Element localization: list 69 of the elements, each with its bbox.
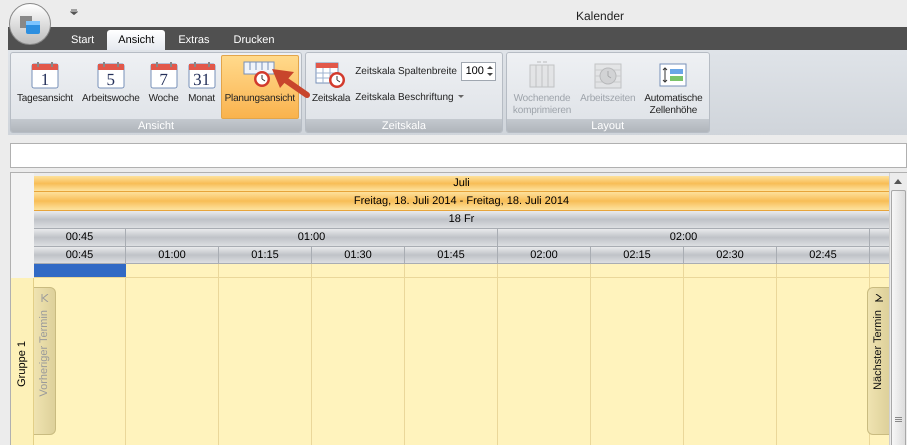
skip-back-icon bbox=[40, 294, 48, 302]
text-field[interactable] bbox=[10, 143, 907, 168]
calendar-icon bbox=[30, 61, 59, 89]
ribbon-button[interactable]: Automatische Zellenhöhe bbox=[640, 55, 706, 119]
ribbon-tab[interactable]: Start bbox=[60, 30, 106, 50]
group-label: Gruppe 1 bbox=[14, 340, 29, 386]
ribbon-button[interactable]: Zeitskala bbox=[308, 55, 354, 119]
ribbon-button[interactable]: 1 Tagesansicht bbox=[13, 55, 77, 119]
dropdown-button[interactable]: Zeitskala Beschriftung bbox=[355, 90, 464, 104]
calendar-day-number: 1 bbox=[40, 70, 50, 90]
calendar-day-number: 5 bbox=[106, 70, 116, 90]
ribbon-button[interactable]: 5 Arbeitswoche bbox=[78, 55, 144, 119]
columns-icon bbox=[527, 60, 557, 90]
hour-header: 01:00 bbox=[126, 229, 498, 247]
calendar-day-number: 7 bbox=[159, 70, 168, 90]
application-button[interactable] bbox=[9, 3, 51, 45]
spin-box[interactable]: 100 bbox=[460, 62, 496, 80]
group-caption: Layout bbox=[506, 119, 708, 132]
window-title: Kalender bbox=[576, 8, 624, 25]
day-header: 18 Fr bbox=[34, 211, 889, 229]
planning-view-button[interactable]: Planungsansicht bbox=[220, 55, 299, 119]
ribbon-tab[interactable]: Ansicht bbox=[107, 30, 166, 50]
time-slot-header: 02:15 bbox=[591, 247, 684, 264]
scroll-thumb[interactable] bbox=[890, 190, 906, 445]
time-cell[interactable] bbox=[870, 264, 889, 277]
ribbon-button[interactable]: 31 Monat bbox=[184, 55, 220, 119]
grip-icon bbox=[894, 417, 902, 423]
ribbon-tab[interactable]: Extras bbox=[167, 30, 220, 50]
calendar-day-number: 31 bbox=[193, 70, 210, 90]
time-slot-header: 02:00 bbox=[498, 247, 591, 264]
group-caption: Zeitskala bbox=[306, 119, 502, 132]
skip-forward-icon bbox=[874, 294, 882, 302]
customize-toolbar-icon bbox=[70, 9, 78, 15]
vertical-scrollbar[interactable] bbox=[889, 173, 906, 445]
hour-header: 02:00 bbox=[498, 229, 870, 247]
date-range-header: Freitag, 18. Juli 2014 - Freitag, 18. Juli 2014 bbox=[34, 192, 889, 211]
time-cell[interactable] bbox=[312, 264, 405, 277]
spin-value: 100 bbox=[466, 64, 485, 79]
hour-header bbox=[870, 229, 889, 247]
caret-icon bbox=[458, 95, 464, 99]
time-slot-header: 00:45 bbox=[34, 247, 126, 264]
time-cell[interactable] bbox=[405, 264, 498, 277]
calendar-clock-icon bbox=[315, 60, 348, 90]
field-label: Zeitskala Spaltenbreite bbox=[355, 64, 457, 78]
ribbon-tab[interactable]: Drucken bbox=[222, 30, 286, 50]
time-cell[interactable] bbox=[219, 264, 312, 277]
scroll-up-icon bbox=[894, 179, 902, 184]
hour-header: 00:45 bbox=[34, 229, 126, 247]
time-slot-header: 02:45 bbox=[777, 247, 870, 264]
time-cell[interactable] bbox=[126, 264, 219, 277]
time-slot-header: 01:00 bbox=[126, 247, 219, 264]
calendar-icon bbox=[96, 61, 125, 89]
time-cell[interactable] bbox=[684, 264, 777, 277]
calendar-icon bbox=[150, 61, 178, 89]
time-slot-header bbox=[870, 247, 889, 264]
ribbon-button[interactable]: 7 Woche bbox=[144, 55, 183, 119]
time-cell[interactable] bbox=[777, 264, 870, 277]
time-slot-header: 02:30 bbox=[684, 247, 777, 264]
spin-arrows-icon bbox=[486, 64, 494, 78]
time-cell[interactable] bbox=[591, 264, 684, 277]
group-caption: Ansicht bbox=[11, 119, 301, 132]
month-header: Juli bbox=[34, 176, 889, 192]
time-cell[interactable] bbox=[34, 264, 126, 277]
time-slot-header: 01:45 bbox=[405, 247, 498, 264]
time-slot-header: 01:30 bbox=[312, 247, 405, 264]
calendar-icon bbox=[188, 61, 216, 89]
next-appointment-button[interactable]: Nächster Termin bbox=[867, 287, 889, 435]
time-slot-header: 01:15 bbox=[219, 247, 312, 264]
time-cell[interactable] bbox=[498, 264, 591, 277]
